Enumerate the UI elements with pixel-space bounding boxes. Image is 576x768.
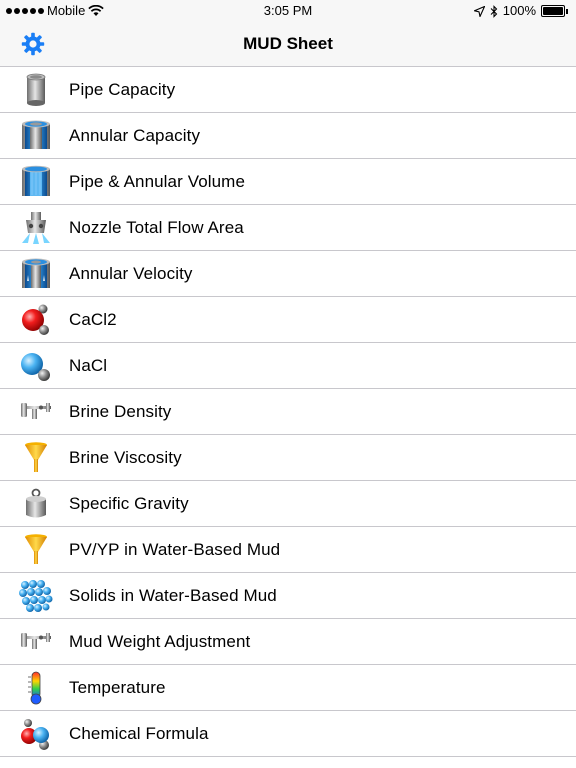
funnel-icon (25, 442, 47, 472)
pipe-icon (26, 73, 46, 106)
list-item-label: Temperature (69, 677, 166, 697)
list-item-label: Brine Density (69, 401, 172, 421)
list-item-label: Brine Viscosity (69, 447, 182, 467)
battery-icon (541, 5, 565, 17)
navigation-bar: MUD Sheet (0, 22, 576, 67)
hydrometer-icon (21, 633, 51, 649)
molecule-blue-icon (21, 353, 50, 381)
weight-icon (26, 488, 46, 518)
velocity-icon (22, 258, 50, 288)
volume-icon (22, 165, 50, 196)
list-item-nacl[interactable]: NaCl (0, 343, 576, 389)
list-item-label: Nozzle Total Flow Area (69, 217, 244, 237)
bluetooth-icon (490, 4, 498, 18)
thermometer-icon (28, 671, 42, 705)
list-item-label: Annular Capacity (69, 125, 201, 145)
solids-icon (19, 580, 53, 612)
list-item-pipe-annular-volume[interactable]: Pipe & Annular Volume (0, 159, 576, 205)
list-item-chemical-formula[interactable]: Chemical Formula (0, 711, 576, 757)
list-item-brine-viscosity[interactable]: Brine Viscosity (0, 435, 576, 481)
list-item-pv-yp-water-based-mud[interactable]: PV/YP in Water-Based Mud (0, 527, 576, 573)
hydrometer-icon (21, 403, 51, 419)
annular-icon (22, 120, 50, 149)
location-icon (473, 5, 485, 17)
list-item-label: Specific Gravity (69, 493, 189, 513)
list-item-label: CaCl2 (69, 309, 117, 329)
list-item-nozzle-total-flow-area[interactable]: Nozzle Total Flow Area (0, 205, 576, 251)
calculator-list: Pipe Capacity Annular Capacity Pipe & An… (0, 67, 576, 757)
list-item-cacl2[interactable]: CaCl2 (0, 297, 576, 343)
list-item-temperature[interactable]: Temperature (0, 665, 576, 711)
list-item-solids-water-based-mud[interactable]: Solids in Water-Based Mud (0, 573, 576, 619)
list-item-label: Chemical Formula (69, 723, 209, 743)
list-item-label: Mud Weight Adjustment (69, 631, 251, 651)
molecule-red-icon (22, 304, 49, 335)
list-item-label: PV/YP in Water-Based Mud (69, 539, 281, 559)
funnel-icon (25, 534, 47, 564)
list-item-annular-capacity[interactable]: Annular Capacity (0, 113, 576, 159)
list-item-specific-gravity[interactable]: Specific Gravity (0, 481, 576, 527)
status-right: 100% (473, 0, 568, 22)
list-item-label: Pipe Capacity (69, 79, 176, 99)
list-item-pipe-capacity[interactable]: Pipe Capacity (0, 67, 576, 113)
status-bar: Mobile 3:05 PM 100% (0, 0, 576, 22)
battery-percent: 100% (502, 3, 536, 18)
list-item-label: Solids in Water-Based Mud (69, 585, 277, 605)
battery-tip (566, 8, 568, 14)
list-item-label: Pipe & Annular Volume (69, 171, 245, 191)
list-item-label: NaCl (69, 355, 108, 375)
page-title: MUD Sheet (243, 34, 333, 53)
list-item-annular-velocity[interactable]: Annular Velocity (0, 251, 576, 297)
nozzle-icon (22, 212, 50, 244)
chemical-icon (21, 719, 49, 750)
list-item-label: Annular Velocity (69, 263, 193, 283)
list-item-mud-weight-adjustment[interactable]: Mud Weight Adjustment (0, 619, 576, 665)
list-item-brine-density[interactable]: Brine Density (0, 389, 576, 435)
